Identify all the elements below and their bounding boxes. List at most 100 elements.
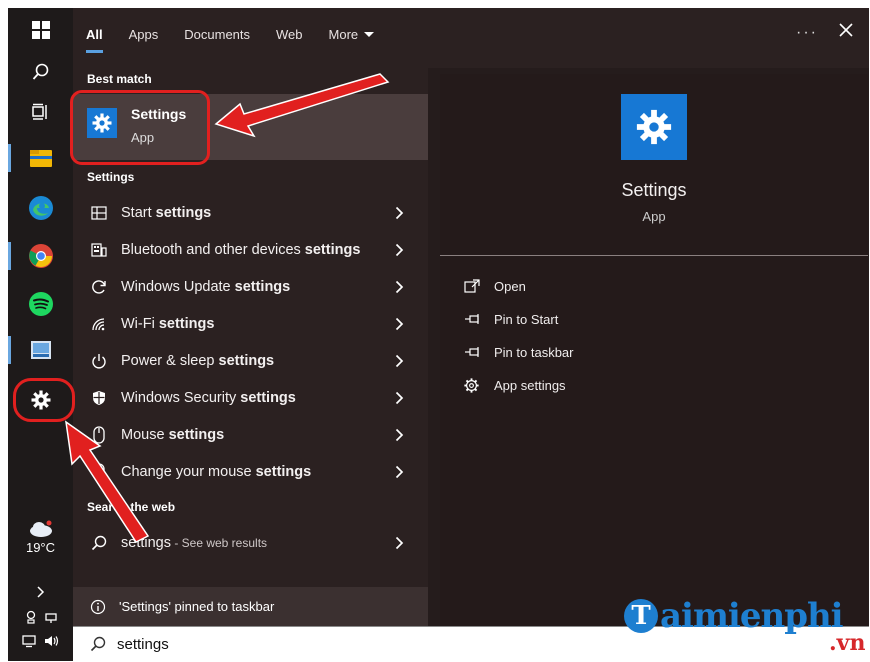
chevron-right-icon bbox=[395, 391, 403, 404]
meet-now-icon[interactable] bbox=[24, 610, 38, 624]
tray-row-1 bbox=[8, 610, 73, 624]
result-label: Power & sleep settings bbox=[121, 352, 275, 369]
spotify-button[interactable] bbox=[8, 284, 73, 324]
result-label: Windows Security settings bbox=[121, 389, 296, 406]
callout-ring-taskbar-settings bbox=[13, 378, 75, 422]
show-hidden-icons-button[interactable] bbox=[8, 586, 73, 598]
weather-widget[interactable]: 19°C bbox=[8, 520, 73, 570]
search-web-label: Search the web bbox=[87, 500, 176, 514]
detail-subtitle: App bbox=[642, 209, 666, 224]
result-label: Mouse settings bbox=[121, 426, 225, 443]
watermark-brand: aimienphi bbox=[660, 596, 844, 636]
shield-icon bbox=[93, 390, 105, 405]
spotify-icon bbox=[28, 292, 53, 316]
windows-logo-icon bbox=[31, 21, 50, 39]
result-power-sleep-settings[interactable]: Power & sleep settings bbox=[73, 342, 428, 379]
gear-icon bbox=[464, 377, 479, 393]
action-open[interactable]: Open bbox=[464, 273, 526, 299]
tab-web[interactable]: Web bbox=[263, 18, 316, 50]
folder-icon bbox=[29, 150, 52, 167]
action-pin-to-start[interactable]: Pin to Start bbox=[464, 306, 558, 332]
pinned-notice-text: 'Settings' pinned to taskbar bbox=[119, 599, 275, 614]
result-label: Bluetooth and other devices settings bbox=[121, 241, 361, 258]
wifi-icon bbox=[92, 317, 105, 330]
weather-temp: 19°C bbox=[25, 540, 56, 555]
detail-divider bbox=[440, 255, 868, 256]
power-icon bbox=[92, 353, 106, 368]
chevron-right-icon bbox=[395, 536, 403, 549]
result-label: Start settings bbox=[121, 204, 212, 221]
file-explorer-button[interactable] bbox=[8, 138, 73, 178]
pinned-notice: 'Settings' pinned to taskbar bbox=[73, 587, 428, 626]
detail-title: Settings bbox=[621, 180, 687, 200]
best-match-label: Best match bbox=[87, 72, 152, 86]
keyboard-devices-icon bbox=[91, 242, 107, 257]
result-start-settings[interactable]: Start settings bbox=[73, 194, 428, 231]
photos-button[interactable] bbox=[8, 330, 73, 370]
chevron-right-icon bbox=[395, 243, 403, 256]
chevron-right-icon bbox=[395, 465, 403, 478]
chrome-button[interactable] bbox=[8, 236, 73, 276]
chevron-right-icon bbox=[395, 206, 403, 219]
settings-section-label: Settings bbox=[87, 170, 135, 184]
result-bluetooth-settings[interactable]: Bluetooth and other devices settings bbox=[73, 231, 428, 268]
chevron-right-icon bbox=[395, 428, 403, 441]
start-button[interactable] bbox=[8, 10, 73, 50]
tab-apps[interactable]: Apps bbox=[116, 18, 172, 50]
more-options-button[interactable]: ··· bbox=[796, 24, 818, 42]
open-icon bbox=[464, 279, 480, 293]
result-mouse-settings[interactable]: Mouse settings bbox=[73, 416, 428, 453]
edge-icon bbox=[28, 196, 53, 220]
action-app-settings[interactable]: App settings bbox=[464, 372, 566, 398]
search-input[interactable] bbox=[113, 635, 413, 653]
search-icon bbox=[90, 636, 106, 652]
pin-icon bbox=[465, 347, 479, 357]
chevron-right-icon bbox=[36, 586, 44, 598]
action-pin-to-taskbar[interactable]: Pin to taskbar bbox=[464, 339, 574, 365]
result-web-search[interactable]: settings - See web results bbox=[73, 524, 428, 561]
taimienphi-watermark: T aimienphi .vn bbox=[624, 596, 865, 656]
result-label: Windows Update settings bbox=[121, 278, 291, 295]
pin-icon bbox=[465, 314, 479, 324]
mouse-icon bbox=[93, 462, 105, 481]
tray-row-2 bbox=[8, 634, 73, 648]
chrome-icon bbox=[28, 244, 53, 268]
search-icon bbox=[32, 63, 48, 80]
search-icon bbox=[91, 535, 107, 550]
mouse-icon bbox=[93, 425, 105, 444]
callout-ring-best-match bbox=[70, 90, 210, 165]
result-windows-update-settings[interactable]: Windows Update settings bbox=[73, 268, 428, 305]
volume-icon[interactable] bbox=[44, 634, 60, 648]
tab-more[interactable]: More bbox=[316, 18, 388, 50]
chevron-right-icon bbox=[395, 280, 403, 293]
taskbar-search-button[interactable] bbox=[8, 52, 73, 92]
chevron-right-icon bbox=[395, 317, 403, 330]
watermark-badge: T bbox=[624, 599, 658, 633]
refresh-icon bbox=[92, 279, 106, 294]
result-windows-security-settings[interactable]: Windows Security settings bbox=[73, 379, 428, 416]
detail-app-tile bbox=[621, 94, 687, 160]
result-wifi-settings[interactable]: Wi-Fi settings bbox=[73, 305, 428, 342]
start-menu-window: 19°C All Apps Documents Web More Best ma… bbox=[8, 8, 869, 661]
chevron-down-icon bbox=[364, 31, 375, 37]
chevron-right-icon bbox=[395, 354, 403, 367]
tab-documents[interactable]: Documents bbox=[171, 18, 263, 50]
result-label: Wi-Fi settings bbox=[121, 315, 215, 332]
result-label: settings - See web results bbox=[121, 534, 268, 551]
network-icon[interactable] bbox=[21, 634, 38, 648]
start-layout-icon bbox=[91, 205, 107, 220]
info-icon bbox=[90, 599, 106, 614]
onedrive-icon[interactable] bbox=[44, 610, 58, 624]
result-change-mouse-settings[interactable]: Change your mouse settings bbox=[73, 453, 428, 490]
task-view-button[interactable] bbox=[8, 92, 73, 132]
watermark-tld: .vn bbox=[829, 630, 866, 656]
task-view-icon bbox=[31, 103, 47, 120]
cloud-icon bbox=[29, 520, 52, 537]
edge-button[interactable] bbox=[8, 188, 73, 228]
tab-all[interactable]: All bbox=[73, 18, 116, 53]
taskbar-rail: 19°C bbox=[8, 8, 73, 661]
close-icon bbox=[839, 23, 853, 37]
search-tabs: All Apps Documents Web More bbox=[73, 18, 388, 53]
close-button[interactable] bbox=[838, 22, 854, 43]
photos-icon bbox=[30, 341, 51, 359]
